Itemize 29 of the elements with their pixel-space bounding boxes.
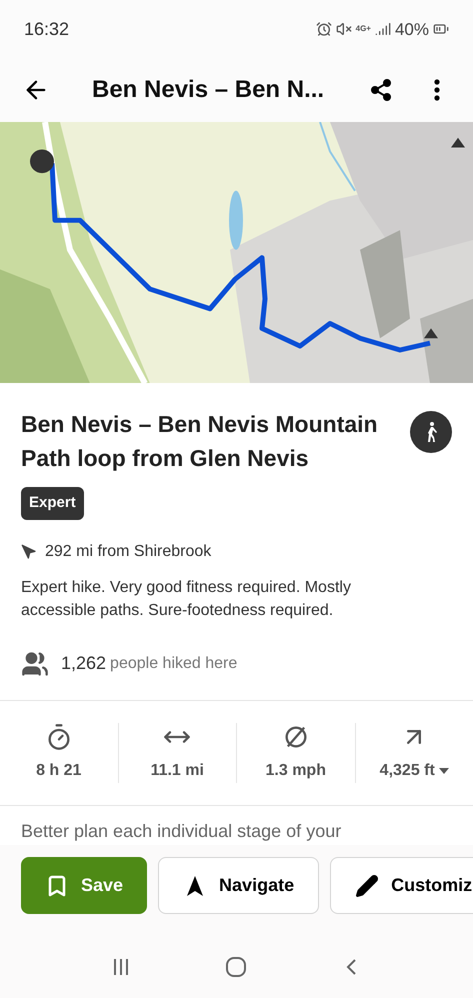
save-button[interactable]: Save <box>21 857 148 914</box>
stat-value: 8 h 21 <box>36 760 82 781</box>
pencil-icon <box>355 874 380 898</box>
tour-title: Ben Nevis – Ben Nevis Mountain Path loop from Glen Nevis <box>21 410 379 474</box>
alarm-icon <box>316 21 332 38</box>
navigate-button[interactable]: Navigate <box>158 857 320 914</box>
customize-button[interactable]: Customiz <box>330 857 473 914</box>
signal-icon <box>374 21 391 38</box>
home-icon[interactable] <box>224 954 248 978</box>
page-title: Ben Nevis – Ben N... <box>92 75 324 106</box>
hiker-count: 1,262 <box>61 652 106 676</box>
description-text: Expert hike. Very good fitness required. Mostly accessible paths. Sure-footedness required. <box>21 578 352 621</box>
status-time: 16:32 <box>24 18 70 41</box>
people-icon <box>21 650 49 678</box>
hiker-count-label: people hiked here <box>110 654 238 674</box>
stat-value: 11.1 mi <box>150 760 204 781</box>
dropdown-caret-icon[interactable] <box>438 768 449 774</box>
battery-percent: 40% <box>394 18 429 41</box>
difficulty-badge: Expert <box>21 487 84 520</box>
more-icon <box>434 79 440 102</box>
hiker-icon <box>410 411 452 454</box>
stat-value: 1.3 mph <box>266 760 326 781</box>
teaser-text: Better plan each individual stage of your <box>20 820 342 843</box>
distance-from-text: 292 mi from Shirebrook <box>45 542 212 562</box>
share-icon <box>369 78 393 102</box>
location-arrow-icon <box>21 544 37 560</box>
stat-value: 4,325 ft <box>380 760 435 781</box>
network-label: 4G+ <box>356 23 371 36</box>
mute-icon <box>336 21 352 38</box>
